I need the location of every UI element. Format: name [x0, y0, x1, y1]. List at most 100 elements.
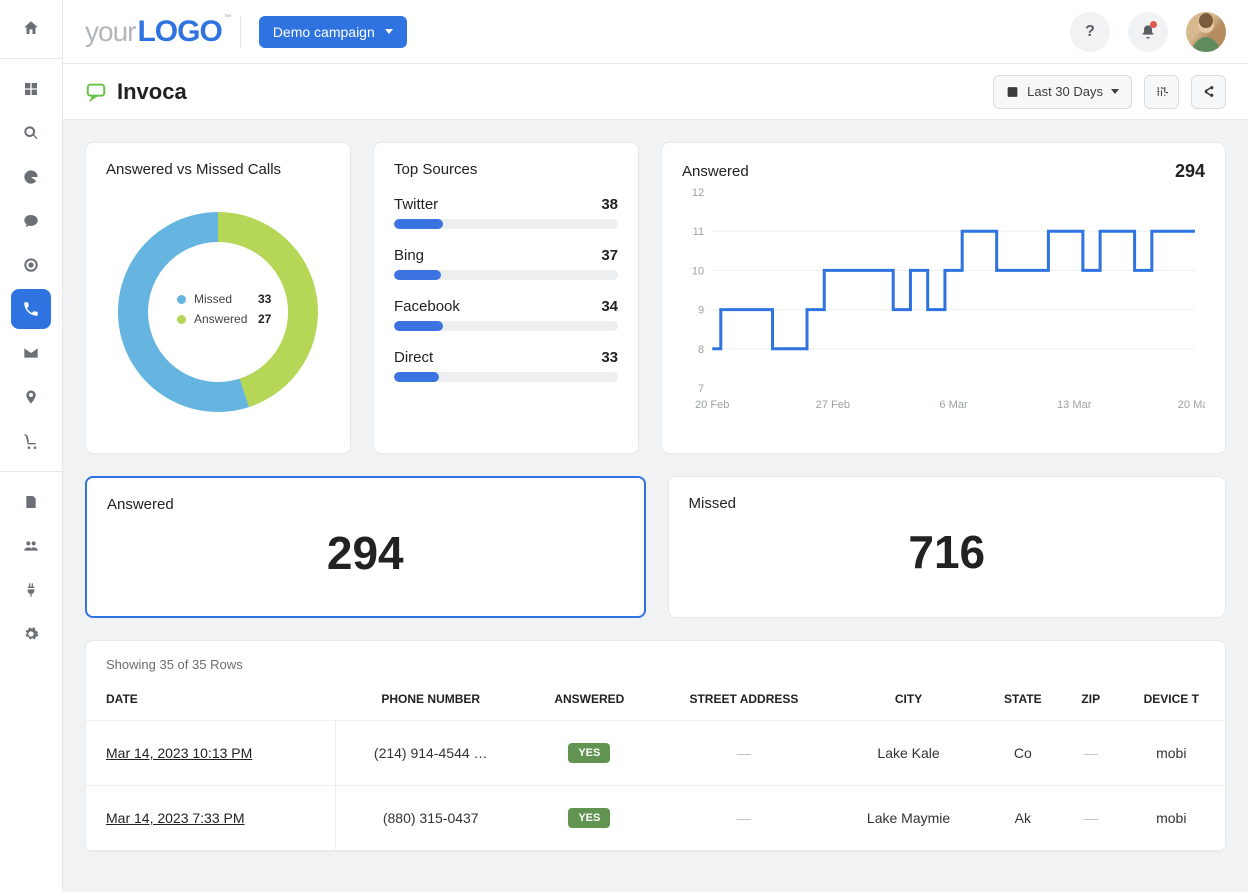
table-header[interactable]: ANSWERED	[526, 678, 653, 721]
plug-icon[interactable]	[11, 570, 51, 610]
pie-icon[interactable]	[11, 157, 51, 197]
logo-main: LOGO	[137, 15, 221, 49]
cell-street: —	[653, 721, 835, 786]
table-header[interactable]: DEVICE T	[1118, 678, 1224, 721]
progress-track	[394, 321, 618, 331]
table-header[interactable]: ZIP	[1063, 678, 1118, 721]
progress-track	[394, 372, 618, 382]
cell-street: —	[653, 786, 835, 851]
logo-prefix: your	[85, 16, 135, 48]
table-header[interactable]: CITY	[835, 678, 982, 721]
help-button[interactable]: ?	[1070, 12, 1110, 52]
svg-text:6 Mar: 6 Mar	[939, 399, 968, 411]
date-link[interactable]: Mar 14, 2023 7:33 PM	[106, 810, 245, 826]
svg-text:10: 10	[692, 265, 704, 277]
date-range-dropdown[interactable]: Last 30 Days	[993, 75, 1132, 109]
source-row: Twitter38	[394, 196, 618, 229]
table-header[interactable]: STATE	[982, 678, 1063, 721]
table-header[interactable]: PHONE NUMBER	[336, 678, 526, 721]
page-header: Invoca Last 30 Days	[63, 64, 1248, 120]
users-icon[interactable]	[11, 526, 51, 566]
card-call-table: Showing 35 of 35 Rows DATEPHONE NUMBERAN…	[85, 640, 1226, 852]
metric-value: 716	[689, 520, 1206, 584]
card-answered-trend[interactable]: Answered 294 78910111220 Feb27 Feb6 Mar1…	[661, 142, 1226, 454]
metric-label: Missed	[689, 495, 1206, 512]
home-icon[interactable]	[11, 8, 51, 48]
donut-legend: Missed 33 Answered 27	[177, 292, 271, 332]
notification-dot	[1150, 21, 1157, 28]
svg-text:7: 7	[698, 383, 704, 395]
cell-device: mobi	[1118, 786, 1224, 851]
source-row: Bing37	[394, 247, 618, 280]
table-row[interactable]: Mar 14, 2023 7:33 PM (880) 315-0437 YES …	[86, 786, 1225, 851]
campaign-dropdown[interactable]: Demo campaign	[259, 16, 407, 48]
pin-icon[interactable]	[11, 377, 51, 417]
svg-text:20 Feb: 20 Feb	[695, 399, 729, 411]
chat-icon[interactable]	[11, 201, 51, 241]
gear-icon[interactable]	[11, 614, 51, 654]
rail-divider	[0, 471, 62, 472]
svg-text:13 Mar: 13 Mar	[1057, 399, 1092, 411]
source-label: Twitter	[394, 196, 438, 213]
source-row: Facebook34	[394, 298, 618, 331]
logo-suffix: ™	[224, 13, 232, 22]
cell-state: Ak	[982, 786, 1063, 851]
cart-icon[interactable]	[11, 421, 51, 461]
card-total: 294	[1175, 161, 1205, 182]
avatar[interactable]	[1186, 12, 1226, 52]
left-rail	[0, 0, 63, 892]
progress-fill	[394, 219, 443, 229]
target-icon[interactable]	[11, 245, 51, 285]
dashboard-icon[interactable]	[11, 69, 51, 109]
card-top-sources[interactable]: Top Sources Twitter38 Bing37 Facebook34 …	[373, 142, 639, 454]
phone-icon[interactable]	[11, 289, 51, 329]
filters-button[interactable]	[1144, 75, 1179, 109]
card-answered-vs-missed[interactable]: Answered vs Missed Calls	[85, 142, 351, 454]
source-value: 33	[601, 349, 618, 366]
svg-text:20 Mar: 20 Mar	[1178, 399, 1205, 411]
legend-item-missed: Missed 33	[177, 292, 271, 306]
progress-fill	[394, 372, 439, 382]
report-icon[interactable]	[11, 482, 51, 522]
date-link[interactable]: Mar 14, 2023 10:13 PM	[106, 745, 252, 761]
calls-table: DATEPHONE NUMBERANSWEREDSTREET ADDRESSCI…	[86, 678, 1225, 851]
table-header[interactable]: STREET ADDRESS	[653, 678, 835, 721]
notifications-button[interactable]	[1128, 12, 1168, 52]
progress-fill	[394, 321, 443, 331]
svg-text:27 Feb: 27 Feb	[816, 399, 850, 411]
cell-city: Lake Kale	[835, 721, 982, 786]
cell-phone: (880) 315-0437	[336, 786, 526, 851]
swatch	[177, 315, 186, 324]
progress-track	[394, 270, 618, 280]
card-title: Answered vs Missed Calls	[106, 161, 330, 178]
badge-answered: YES	[568, 743, 610, 763]
cell-zip: —	[1063, 721, 1118, 786]
metric-missed[interactable]: Missed 716	[668, 476, 1227, 618]
sliders-icon	[1155, 85, 1168, 98]
svg-text:9: 9	[698, 305, 704, 317]
table-header[interactable]: DATE	[86, 678, 336, 721]
table-row[interactable]: Mar 14, 2023 10:13 PM (214) 914-4544 … Y…	[86, 721, 1225, 786]
svg-text:8: 8	[698, 344, 704, 356]
search-icon[interactable]	[11, 113, 51, 153]
logo[interactable]: your LOGO ™	[85, 15, 222, 49]
share-button[interactable]	[1191, 75, 1226, 109]
cell-phone: (214) 914-4544 …	[336, 721, 526, 786]
mail-icon[interactable]	[11, 333, 51, 373]
campaign-label: Demo campaign	[273, 24, 375, 40]
source-value: 34	[601, 298, 618, 315]
rail-divider	[0, 58, 62, 59]
swatch	[177, 295, 186, 304]
card-title: Top Sources	[394, 161, 618, 178]
cell-city: Lake Maymie	[835, 786, 982, 851]
question-icon: ?	[1085, 23, 1095, 41]
table-meta: Showing 35 of 35 Rows	[86, 641, 1225, 678]
cell-device: mobi	[1118, 721, 1224, 786]
metric-value: 294	[107, 521, 624, 585]
metric-answered[interactable]: Answered 294	[85, 476, 646, 618]
date-range-label: Last 30 Days	[1027, 84, 1103, 99]
progress-track	[394, 219, 618, 229]
content: Answered vs Missed Calls	[63, 120, 1248, 892]
cell-state: Co	[982, 721, 1063, 786]
line-chart: 78910111220 Feb27 Feb6 Mar13 Mar20 Mar	[682, 186, 1205, 416]
